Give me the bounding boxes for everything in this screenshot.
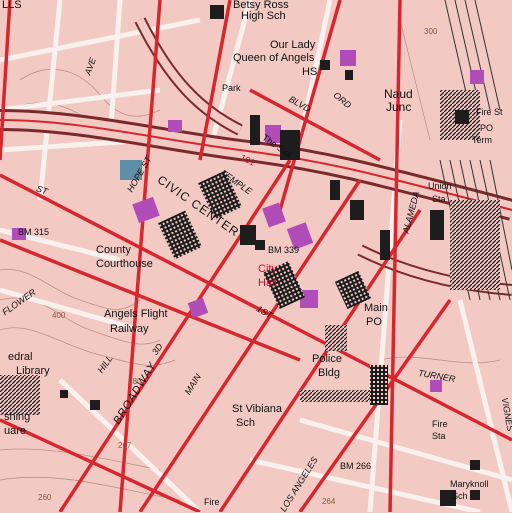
label-st-vibiana: St Vibiana [232,403,282,415]
label-fire: Fire [432,419,448,429]
label-st-vibiana-sch: Sch [236,417,255,429]
label-maryknoll-sch: Sch [452,491,468,501]
label-contour-260: 260 [38,493,52,502]
label-hall: Hall [258,277,277,289]
label-po: PO [480,123,494,133]
label-county: County [96,244,131,256]
label-fire-sta: Sta [432,431,446,441]
label-courthouse: Courthouse [96,258,153,270]
label-bm-339: BM 339 [268,245,300,255]
label-our-lady: Our Lady [270,39,316,51]
label-sta: Sta [432,194,446,204]
label-contour-267: 267 [118,441,132,450]
label-maryknoll: Maryknoll [450,479,489,489]
label-fire-bottom: Fire [204,497,220,507]
label-contour-280: 280 [128,377,142,386]
label-junc: Junc [386,100,412,114]
label-contour-264: 264 [322,497,336,506]
label-contour-400: 400 [52,311,66,320]
label-bldg: Bldg [318,367,341,379]
label-naud: Naud [384,87,413,101]
label-bm-315: BM 315 [18,227,50,237]
label-union: Union [428,181,452,191]
label-fire-st: Fire St [476,107,503,117]
label-queen-of-angels: Queen of Angels [233,52,315,64]
topographic-map: LLS Betsy Ross High Sch Our Lady Queen o… [0,0,512,513]
label-main: Main [364,302,388,314]
label-pershing: shing [4,411,31,423]
label-cathedral: edral [8,351,33,363]
label-hs: HS [302,66,318,78]
label-contour-300: 300 [424,27,438,36]
label-park: Park [222,83,241,93]
label-city: City [258,263,277,275]
label-library: Library [16,365,50,377]
label-high-sch: High Sch [241,10,286,22]
label-police: Police [312,353,342,365]
label-lls: LLS [2,0,22,11]
label-angels-flight: Angels Flight [104,308,168,320]
label-term: Term [472,135,492,145]
label-railway: Railway [110,323,149,335]
label-pershing-square: uare [4,425,27,437]
label-main-po: PO [366,316,382,328]
label-bm-266: BM 266 [340,461,372,471]
